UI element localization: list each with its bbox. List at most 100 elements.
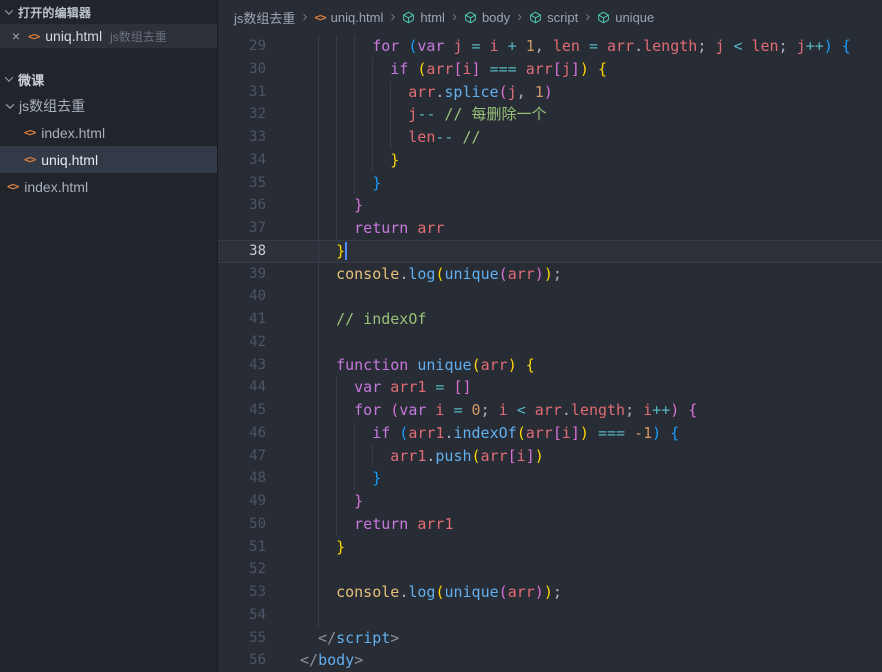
indent-guide xyxy=(318,376,336,399)
code-line-content: for (var j = i + 1, len = arr. length; j … xyxy=(266,35,851,58)
indent-guide xyxy=(336,171,354,195)
indent-guide xyxy=(354,80,372,104)
breadcrumb-label: js数组去重 xyxy=(234,11,296,26)
code-line-content: return arr1 xyxy=(266,512,453,536)
code-line-42[interactable]: 42 xyxy=(218,330,882,354)
code-line-32[interactable]: 32 j -- // 每删除一个 xyxy=(218,103,882,126)
code-line-43[interactable]: 43 function unique(arr) { xyxy=(218,353,882,377)
indent-guide xyxy=(300,217,318,240)
indent-guide xyxy=(318,535,336,559)
indent-guide xyxy=(318,421,336,445)
code-line-49[interactable]: 49} xyxy=(218,490,882,513)
html-file-icon xyxy=(7,180,18,193)
indent-guide xyxy=(336,467,354,490)
code-line-44[interactable]: 44 var arr1 = [] xyxy=(218,376,882,399)
indent-guide xyxy=(318,399,336,422)
code-line-50[interactable]: 50 return arr1 xyxy=(218,512,882,536)
code-line-56[interactable]: 56 </body > xyxy=(218,649,882,672)
code-line-36[interactable]: 36} xyxy=(218,194,882,217)
code-line-content: } xyxy=(266,535,345,559)
code-line-54[interactable]: 54 xyxy=(218,603,882,627)
tree-file-index.html[interactable]: index.html xyxy=(0,173,217,200)
indent-guide xyxy=(336,512,354,536)
line-number: 36 xyxy=(249,197,266,214)
indent-guide xyxy=(336,148,354,172)
code-line-53[interactable]: 53 console. log(unique(arr)); xyxy=(218,581,882,604)
line-number: 56 xyxy=(249,652,266,669)
indent-guide xyxy=(354,148,372,172)
html-file-icon xyxy=(28,30,39,43)
indent-guide xyxy=(318,308,336,331)
indent-guide xyxy=(372,80,390,104)
indent-guide xyxy=(318,467,336,490)
code-line-content xyxy=(266,330,336,354)
code-line-30[interactable]: 30 if (arr[i] === arr[j]) { xyxy=(218,57,882,81)
code-line-content: } xyxy=(266,148,399,172)
code-line-46[interactable]: 46 if (arr1. indexOf(arr[i]) === -1) { xyxy=(218,421,882,445)
close-icon[interactable]: × xyxy=(10,28,22,44)
open-editor-folder-path: js数组去重 xyxy=(110,29,167,44)
code-line-content: console. log(unique(arr)); xyxy=(266,262,562,286)
code-line-content: } xyxy=(266,490,363,513)
tree-item-label: index.html xyxy=(41,124,106,141)
open-editors-header[interactable]: 打开的编辑器 xyxy=(0,0,217,24)
code-line-40[interactable]: 40 xyxy=(218,285,882,308)
code-line-33[interactable]: 33 len -- // xyxy=(218,126,882,149)
indent-guide xyxy=(318,512,336,536)
code-line-51[interactable]: 51} xyxy=(218,535,882,559)
code-line-52[interactable]: 52 xyxy=(218,558,882,581)
code-line-37[interactable]: 37 return arr xyxy=(218,217,882,240)
indent-guide xyxy=(336,399,354,422)
code-line-29[interactable]: 29 for (var j = i + 1, len = arr. length; … xyxy=(218,35,882,58)
indent-guide xyxy=(300,627,318,650)
code-line-39[interactable]: 39 console. log(unique(arr)); xyxy=(218,262,882,286)
code-line-55[interactable]: 55 </script > xyxy=(218,627,882,650)
indent-guide xyxy=(354,171,372,195)
code-line-47[interactable]: 47 arr1. push(arr[i]) xyxy=(218,444,882,468)
breadcrumb-label: script xyxy=(547,10,579,25)
indent-guide xyxy=(336,217,354,240)
line-number: 37 xyxy=(249,220,266,236)
breadcrumb-item-js数组去重[interactable]: js数组去重 xyxy=(234,8,295,27)
indent-guide xyxy=(372,57,390,81)
symbol-cube-icon xyxy=(403,11,415,24)
code-area[interactable]: 29 for (var j = i + 1, len = arr. length; … xyxy=(218,35,882,672)
code-line-34[interactable]: 34} xyxy=(218,148,882,172)
line-number: 53 xyxy=(249,584,266,600)
code-line-38[interactable]: 38} xyxy=(218,239,882,263)
html-file-icon xyxy=(314,11,325,24)
breadcrumb-item-script[interactable]: script xyxy=(529,10,578,25)
indent-guide xyxy=(300,422,318,445)
code-line-content: function unique(arr) { xyxy=(266,353,535,377)
indent-guide xyxy=(372,444,390,468)
tree-item-label: js数组去重 xyxy=(19,97,86,114)
breadcrumb-item-body[interactable]: body xyxy=(464,10,510,25)
symbol-cube-icon xyxy=(530,11,542,24)
code-line-41[interactable]: 41// indexOf xyxy=(218,308,882,331)
code-line-31[interactable]: 31 arr. splice(j, 1) xyxy=(218,80,882,104)
open-editor-uniq-html[interactable]: × uniq.html js数组去重 xyxy=(0,24,217,48)
indent-guide xyxy=(336,57,354,81)
indent-guide xyxy=(318,262,336,286)
indent-guide xyxy=(318,126,336,149)
tree-file-uniq.html[interactable]: uniq.html xyxy=(0,146,217,173)
breadcrumb-separator-icon: › xyxy=(451,8,457,25)
code-line-45[interactable]: 45 for (var i = 0; i < arr. length; i ++) { xyxy=(218,399,882,422)
indent-guide xyxy=(354,467,372,490)
tree-folder-js数组去重[interactable]: js数组去重 xyxy=(0,92,217,119)
breadcrumb-item-html[interactable]: html xyxy=(402,10,445,25)
code-line-content: arr1. push(arr[i]) xyxy=(266,444,544,468)
indent-guide xyxy=(318,330,336,354)
indent-guide xyxy=(336,194,354,217)
line-number: 29 xyxy=(249,38,266,54)
breadcrumb-separator-icon: › xyxy=(517,8,523,25)
breadcrumb-item-unique[interactable]: unique xyxy=(597,10,654,25)
code-line-48[interactable]: 48} xyxy=(218,467,882,490)
workspace-header[interactable]: 微课 xyxy=(0,66,217,92)
tree-file-index.html[interactable]: index.html xyxy=(0,119,217,146)
breadcrumb-item-uniq.html[interactable]: uniq.html xyxy=(314,10,384,25)
code-line-35[interactable]: 35} xyxy=(218,171,882,195)
code-line-content: arr. splice(j, 1) xyxy=(266,80,553,104)
line-number: 31 xyxy=(249,83,266,100)
symbol-cube-icon xyxy=(465,11,476,24)
